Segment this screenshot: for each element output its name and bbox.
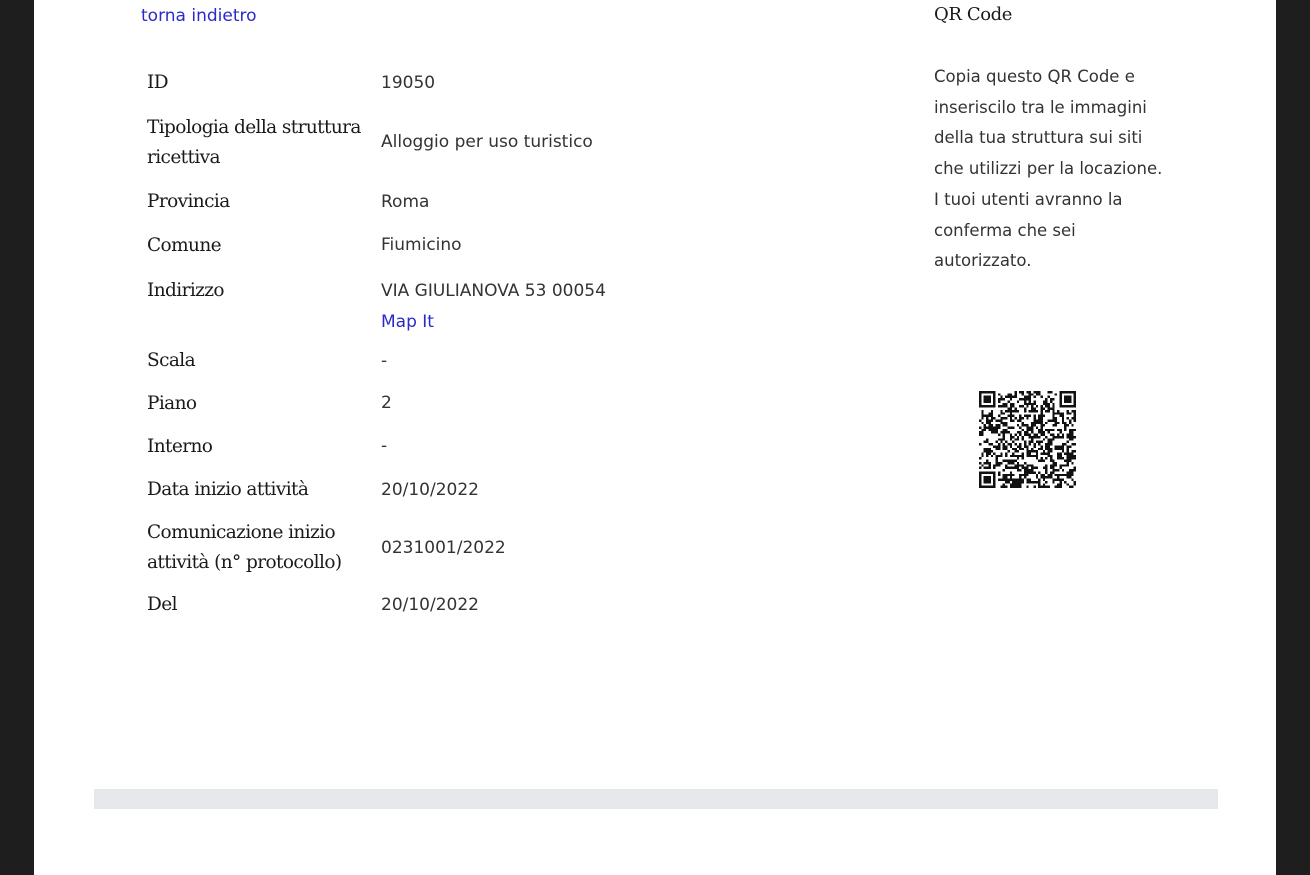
- detail-label: Tipologia della struttura ricettiva: [147, 116, 361, 168]
- detail-row-id: ID 19050: [138, 62, 606, 104]
- detail-row-del: Del 20/10/2022: [138, 584, 606, 626]
- detail-label: Piano: [147, 392, 197, 414]
- qr-code-title: QR Code: [934, 4, 1013, 25]
- detail-row-data-inizio: Data inizio attività 20/10/2022: [138, 468, 606, 512]
- detail-value: Alloggio per uso turistico: [381, 132, 593, 152]
- detail-row-comunicazione: Comunicazione inizio attività (n° protoc…: [138, 512, 606, 584]
- qr-code-image[interactable]: [979, 391, 1076, 488]
- detail-value: -: [381, 350, 388, 371]
- qr-code-description: Copia questo QR Code e inseriscilo tra l…: [934, 67, 1163, 271]
- detail-label: Provincia: [147, 191, 230, 212]
- footer-divider-bar: [94, 789, 1218, 809]
- detail-label: Indirizzo: [147, 280, 225, 301]
- detail-value: 19050: [381, 72, 436, 93]
- structure-details-table: ID 19050 Tipologia della struttura ricet…: [138, 62, 606, 626]
- detail-row-interno: Interno -: [138, 425, 606, 468]
- detail-value: -: [381, 436, 388, 456]
- detail-value: 2: [381, 393, 392, 413]
- detail-row-indirizzo: Indirizzo VIA GIULIANOVA 53 00054 Map It: [138, 268, 606, 340]
- detail-row-scala: Scala -: [138, 340, 606, 382]
- detail-row-tipologia: Tipologia della struttura ricettiva Allo…: [138, 104, 606, 181]
- detail-row-piano: Piano 2: [138, 382, 606, 425]
- detail-label: Comunicazione inizio attività (n° protoc…: [147, 522, 342, 573]
- detail-label: Data inizio attività: [147, 479, 309, 500]
- detail-value: Roma: [381, 191, 430, 212]
- detail-label: Interno: [147, 435, 213, 457]
- detail-label: Scala: [147, 350, 196, 371]
- detail-label: Comune: [147, 234, 222, 256]
- detail-value: 20/10/2022: [381, 594, 479, 615]
- detail-value: Fiumicino: [381, 235, 462, 255]
- page-content: torna indietro ID 19050 Tipologia della …: [34, 0, 1276, 875]
- detail-row-comune: Comune Fiumicino: [138, 223, 606, 268]
- back-link[interactable]: torna indietro: [141, 6, 257, 26]
- detail-value: VIA GIULIANOVA 53 00054 Map It: [381, 268, 606, 340]
- map-it-link[interactable]: Map It: [381, 307, 606, 338]
- detail-value: 20/10/2022: [381, 479, 479, 500]
- detail-value: 0231001/2022: [381, 537, 506, 558]
- detail-label: Del: [147, 594, 178, 615]
- address-text: VIA GIULIANOVA 53 00054: [381, 281, 606, 301]
- detail-label: ID: [147, 72, 169, 93]
- detail-row-provincia: Provincia Roma: [138, 181, 606, 223]
